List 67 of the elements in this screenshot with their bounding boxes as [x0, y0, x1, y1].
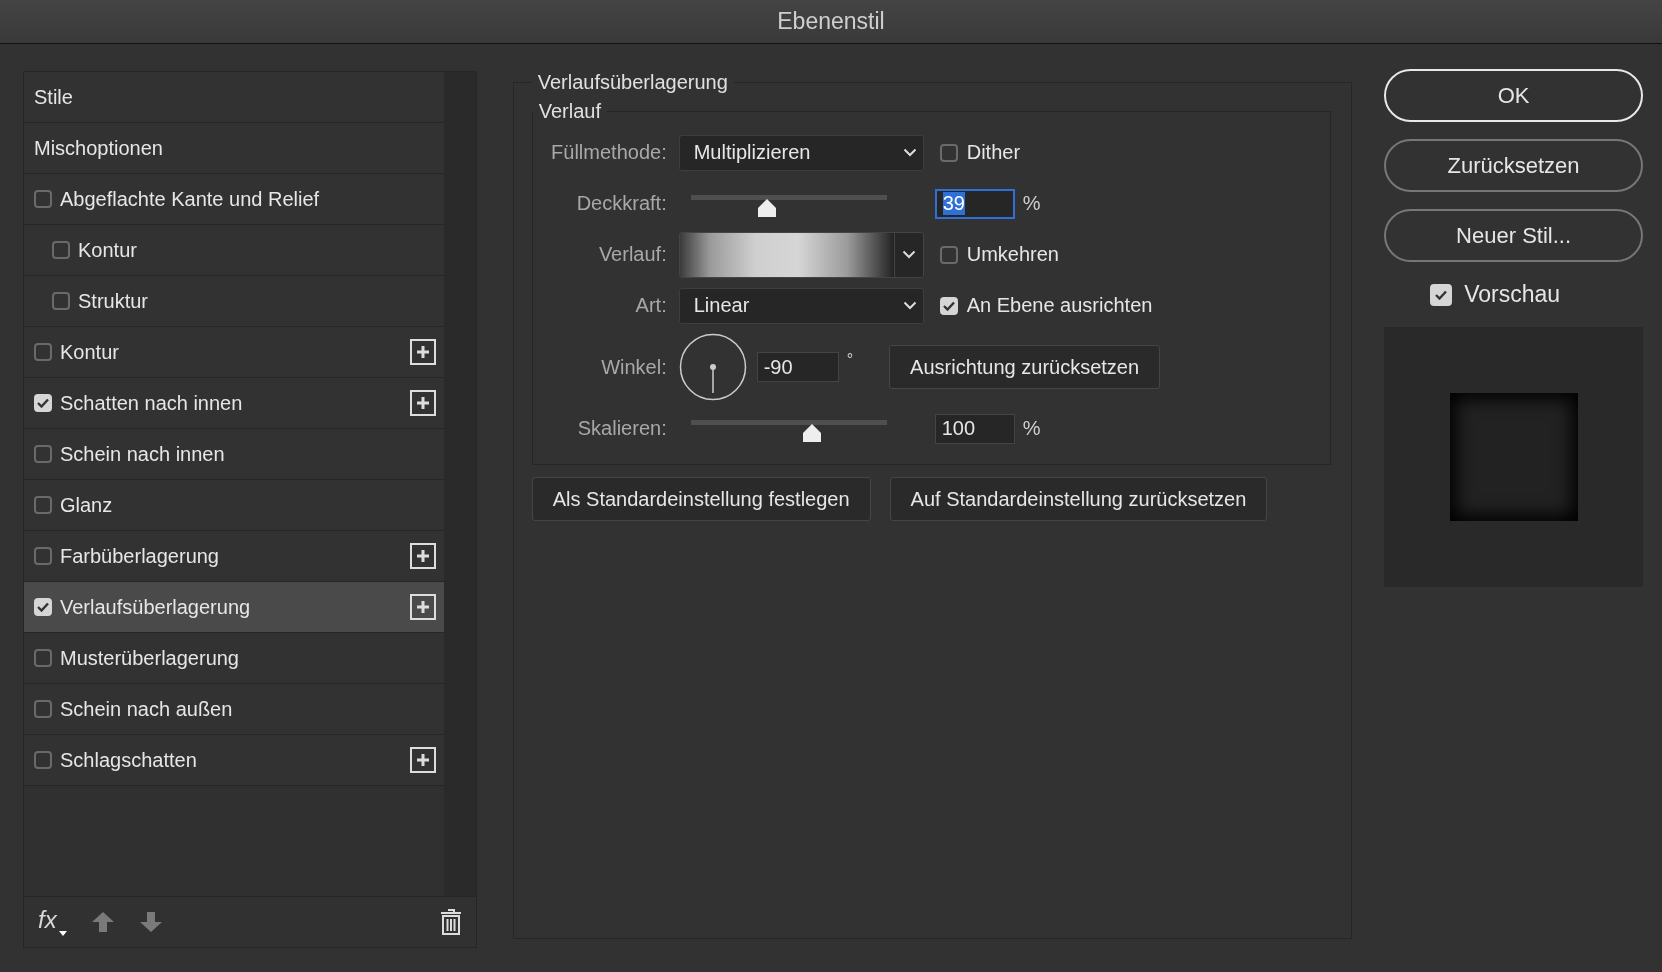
add-button[interactable]	[410, 594, 436, 620]
slider-thumb[interactable]	[801, 422, 824, 443]
checkbox-label: Dither	[966, 141, 1021, 164]
checkbox[interactable]	[34, 445, 52, 463]
checkbox[interactable]	[34, 547, 52, 565]
default-settings-button[interactable]: Als Standardeinstellung festlegen	[531, 477, 871, 521]
checkbox[interactable]	[34, 649, 52, 667]
number-field[interactable]: 100	[934, 413, 1015, 444]
dialog-button[interactable]: Zurücksetzen	[1384, 139, 1643, 192]
checkmark-icon	[942, 300, 955, 311]
field-label: Skalieren:	[576, 417, 667, 440]
checkbox[interactable]	[52, 292, 70, 310]
checkbox[interactable]	[34, 343, 52, 361]
group-title: Verlaufsüberlagerung	[536, 71, 729, 94]
plus-icon	[416, 600, 430, 614]
gradient-picker[interactable]	[678, 231, 924, 278]
checkbox[interactable]	[52, 241, 70, 259]
checkbox-label: Umkehren	[966, 243, 1059, 266]
checkbox[interactable]	[939, 143, 958, 162]
checkbox[interactable]	[34, 496, 52, 514]
dropdown[interactable]: Multiplizieren	[678, 134, 924, 171]
chevron-down-icon	[902, 301, 917, 310]
add-button[interactable]	[410, 390, 436, 416]
plus-icon	[416, 396, 430, 410]
default-settings-button[interactable]: Auf Standardeinstellung zurücksetzen	[889, 477, 1268, 521]
checkbox-label: An Ebene ausrichten	[966, 294, 1153, 317]
chevron-down-icon	[901, 250, 916, 259]
group-title: Verlauf	[537, 100, 602, 123]
checkbox[interactable]	[34, 700, 52, 718]
checkbox[interactable]	[939, 245, 958, 264]
field-label: Winkel:	[600, 355, 667, 379]
arrow-up-icon[interactable]	[90, 911, 115, 933]
style-list-item[interactable]: Verlaufsüberlagerung	[24, 582, 444, 633]
number-field[interactable]: -90	[756, 352, 839, 382]
dropdown[interactable]: Linear	[678, 287, 924, 324]
checkbox-label: Vorschau	[1464, 281, 1561, 308]
add-button[interactable]	[410, 747, 436, 773]
add-button[interactable]	[410, 543, 436, 569]
angle-dial[interactable]	[678, 333, 747, 401]
checkmark-icon	[37, 602, 49, 612]
checkbox[interactable]	[34, 190, 52, 208]
unit-label: %	[1022, 192, 1041, 215]
field-label: Deckkraft:	[575, 192, 667, 215]
chevron-down-icon	[902, 148, 917, 157]
unit-label: %	[1022, 417, 1041, 440]
field-label: Verlauf:	[597, 243, 667, 266]
window-title: Ebenenstil	[777, 8, 885, 35]
unit-label: °	[846, 351, 854, 369]
arrow-down-icon[interactable]	[138, 911, 163, 933]
field-label: Art:	[634, 294, 667, 317]
dialog-button[interactable]: OK	[1384, 69, 1643, 122]
plus-icon	[416, 753, 430, 767]
plus-icon	[416, 549, 430, 563]
checkmark-icon	[1435, 289, 1448, 300]
dialog-button[interactable]: Neuer Stil...	[1384, 209, 1643, 262]
field-label: Füllmethode:	[550, 141, 667, 164]
slider-thumb[interactable]	[756, 197, 779, 218]
add-button[interactable]	[410, 339, 436, 365]
caret-icon	[58, 931, 67, 936]
reset-alignment-button[interactable]: Ausrichtung zurücksetzen	[889, 345, 1161, 389]
plus-icon	[416, 345, 430, 359]
checkbox[interactable]	[34, 751, 52, 769]
checkmark-icon	[37, 398, 49, 408]
effects-button[interactable]: fx	[38, 906, 67, 938]
gradient-swatch[interactable]	[679, 232, 894, 277]
number-field[interactable]: 39	[934, 188, 1015, 219]
trash-icon[interactable]	[439, 909, 462, 935]
